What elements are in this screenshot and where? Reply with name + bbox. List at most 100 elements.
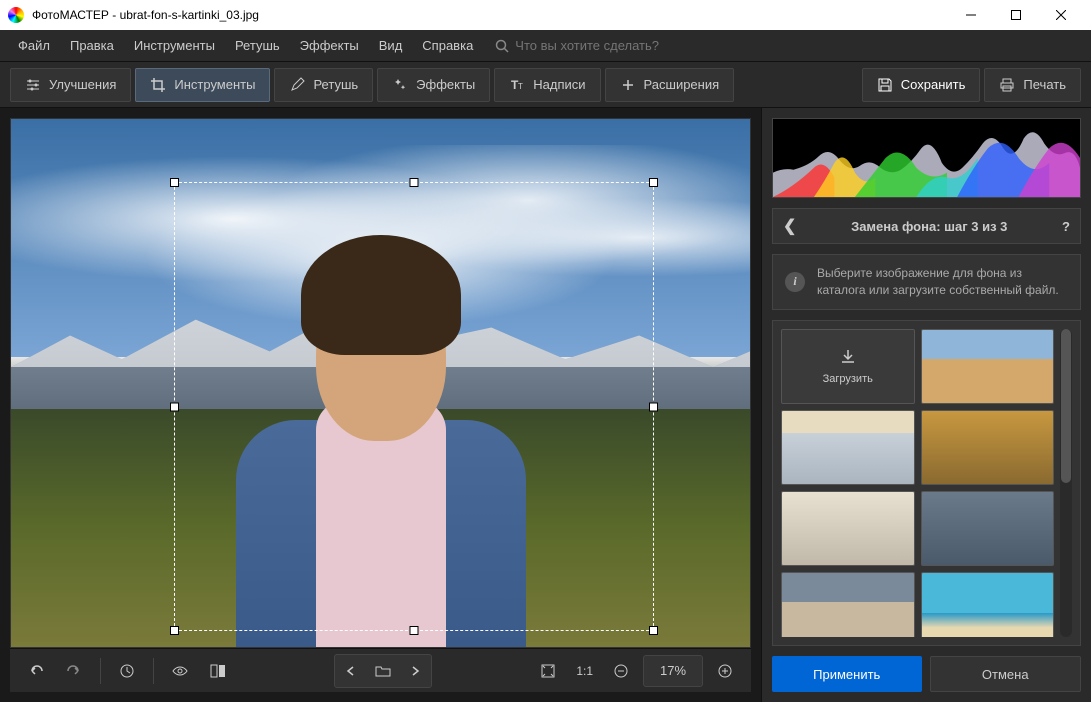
selection-handle-b[interactable] — [409, 626, 418, 635]
bg-thumb-winter[interactable] — [781, 410, 915, 485]
menu-tools[interactable]: Инструменты — [126, 34, 223, 57]
menubar: Файл Правка Инструменты Ретушь Эффекты В… — [0, 30, 1091, 62]
wand-icon — [392, 77, 408, 93]
window-controls — [948, 0, 1083, 30]
menu-help[interactable]: Справка — [414, 34, 481, 57]
nav-group — [334, 654, 432, 688]
tab-retouch[interactable]: Ретушь — [274, 68, 373, 102]
tab-enhance[interactable]: Улучшения — [10, 68, 131, 102]
minus-circle-icon — [613, 663, 629, 679]
bg-thumb-city[interactable] — [921, 491, 1055, 566]
prev-button[interactable] — [335, 655, 367, 687]
selection-handle-t[interactable] — [409, 178, 418, 187]
selection-handle-tl[interactable] — [170, 178, 179, 187]
bg-thumb-autumn[interactable] — [921, 410, 1055, 485]
search-box — [495, 38, 715, 53]
upload-label: Загрузить — [823, 373, 873, 385]
menu-edit[interactable]: Правка — [62, 34, 122, 57]
bg-thumb-town[interactable] — [781, 572, 915, 637]
folder-icon — [375, 665, 391, 677]
tab-text[interactable]: TT Надписи — [494, 68, 600, 102]
histogram — [772, 118, 1081, 198]
zoom-out-button[interactable] — [605, 655, 637, 687]
help-button[interactable]: ? — [1062, 219, 1070, 234]
sliders-icon — [25, 77, 41, 93]
tab-tools[interactable]: Инструменты — [135, 68, 270, 102]
main-area: 1:1 17% ❮ Замена фона: шаг 3 из 3 ? i — [0, 108, 1091, 702]
panel-title: Замена фона: шаг 3 из 3 — [806, 219, 1052, 234]
right-panel: ❮ Замена фона: шаг 3 из 3 ? i Выберите и… — [761, 108, 1091, 702]
histogram-chart — [773, 119, 1080, 197]
browse-button[interactable] — [367, 655, 399, 687]
print-button[interactable]: Печать — [984, 68, 1081, 102]
tab-effects-label: Эффекты — [416, 77, 475, 92]
tab-extensions-label: Расширения — [644, 77, 720, 92]
selection-handle-l[interactable] — [170, 402, 179, 411]
tab-effects[interactable]: Эффекты — [377, 68, 490, 102]
save-button[interactable]: Сохранить — [862, 68, 981, 102]
zoom-in-button[interactable] — [709, 655, 741, 687]
before-after-button[interactable] — [202, 655, 234, 687]
undo-button[interactable] — [20, 655, 52, 687]
canvas-area: 1:1 17% — [0, 108, 761, 702]
selection-handle-bl[interactable] — [170, 626, 179, 635]
close-button[interactable] — [1038, 0, 1083, 30]
fit-button[interactable] — [532, 655, 564, 687]
close-icon — [1056, 10, 1066, 20]
chevron-left-icon — [345, 665, 357, 677]
menu-view[interactable]: Вид — [371, 34, 411, 57]
minimize-button[interactable] — [948, 0, 993, 30]
background-grid: Загрузить — [781, 329, 1054, 637]
compare-button[interactable] — [164, 655, 196, 687]
tab-extensions[interactable]: Расширения — [605, 68, 735, 102]
selection-handle-tr[interactable] — [649, 178, 658, 187]
titlebar: ФотоМАСТЕР - ubrat-fon-s-kartinki_03.jpg — [0, 0, 1091, 30]
menu-file[interactable]: Файл — [10, 34, 58, 57]
bg-thumb-room[interactable] — [781, 491, 915, 566]
canvas-image — [11, 119, 750, 647]
text-icon: TT — [509, 77, 525, 93]
canvas-viewport[interactable] — [10, 118, 751, 648]
scrollbar-thumb[interactable] — [1061, 329, 1071, 483]
catalog-scrollbar[interactable] — [1060, 329, 1072, 637]
svg-text:T: T — [518, 82, 523, 91]
tab-tools-label: Инструменты — [174, 77, 255, 92]
zoom-value[interactable]: 17% — [643, 655, 703, 687]
selection-handle-br[interactable] — [649, 626, 658, 635]
download-icon — [838, 347, 858, 367]
eye-icon — [171, 662, 189, 680]
selection-handle-r[interactable] — [649, 402, 658, 411]
brush-icon — [289, 77, 305, 93]
menu-effects[interactable]: Эффекты — [292, 34, 367, 57]
save-label: Сохранить — [901, 77, 966, 92]
tab-enhance-label: Улучшения — [49, 77, 116, 92]
minimize-icon — [966, 10, 976, 20]
background-catalog: Загрузить — [772, 320, 1081, 646]
search-input[interactable] — [515, 38, 715, 53]
bottom-toolbar: 1:1 17% — [10, 648, 751, 692]
bg-thumb-beach[interactable] — [921, 572, 1055, 637]
selection-box[interactable] — [174, 182, 654, 631]
bg-thumb-desert[interactable] — [921, 329, 1055, 404]
next-button[interactable] — [399, 655, 431, 687]
ratio-button[interactable]: 1:1 — [570, 655, 599, 687]
search-icon — [495, 39, 509, 53]
maximize-button[interactable] — [993, 0, 1038, 30]
save-icon — [877, 77, 893, 93]
redo-button[interactable] — [58, 655, 90, 687]
back-button[interactable]: ❮ — [783, 216, 796, 236]
print-label: Печать — [1023, 77, 1066, 92]
maximize-icon — [1011, 10, 1021, 20]
menu-retouch[interactable]: Ретушь — [227, 34, 288, 57]
history-icon — [118, 662, 136, 680]
window-title: ФотоМАСТЕР - ubrat-fon-s-kartinki_03.jpg — [32, 8, 948, 22]
print-icon — [999, 77, 1015, 93]
toolbar: Улучшения Инструменты Ретушь Эффекты TT … — [0, 62, 1091, 108]
upload-background-button[interactable]: Загрузить — [781, 329, 915, 404]
action-row: Применить Отмена — [772, 656, 1081, 692]
info-icon: i — [785, 272, 805, 292]
apply-button[interactable]: Применить — [772, 656, 922, 692]
plus-circle-icon — [717, 663, 733, 679]
cancel-button[interactable]: Отмена — [930, 656, 1082, 692]
history-button[interactable] — [111, 655, 143, 687]
